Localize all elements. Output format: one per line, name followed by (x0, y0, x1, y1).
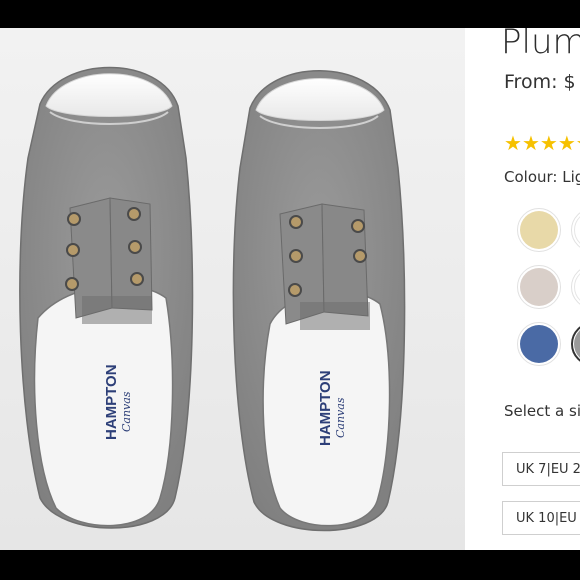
product-page: HAMPTON Canvas HAMPTON Canvas Plum From:… (0, 28, 580, 550)
swatch-stone[interactable] (520, 268, 558, 306)
swatch-denim[interactable] (520, 325, 558, 363)
star-icon: ★ (504, 133, 522, 155)
svg-text:Canvas: Canvas (334, 397, 347, 438)
product-title: Plum (501, 28, 580, 62)
swatch-gold[interactable] (520, 211, 558, 249)
right-shoe (232, 70, 406, 532)
select-size-label: Select a si (504, 402, 580, 420)
colour-label: Colour: Lig (504, 168, 580, 186)
svg-text:HAMPTON: HAMPTON (103, 364, 120, 440)
rating-stars[interactable]: ★★★★★ (504, 131, 580, 156)
product-image[interactable]: HAMPTON Canvas HAMPTON Canvas (0, 28, 465, 550)
star-icon: ★ (521, 133, 540, 155)
size-option-button[interactable]: UK 10|EU (502, 501, 580, 535)
size-option-button[interactable]: UK 7|EU 2 (502, 452, 580, 486)
product-price: From: $ (504, 71, 576, 93)
star-icon: ★ (557, 133, 576, 155)
svg-text:HAMPTON: HAMPTON (317, 370, 334, 446)
svg-text:Canvas: Canvas (120, 391, 133, 432)
star-icon: ★ (576, 133, 580, 155)
shoes-photo: HAMPTON Canvas HAMPTON Canvas (0, 28, 465, 550)
product-info-panel: Plum From: $ ★★★★★ Colour: Lig Select a … (465, 28, 580, 550)
star-icon: ★ (539, 133, 558, 155)
left-shoe (19, 66, 194, 529)
